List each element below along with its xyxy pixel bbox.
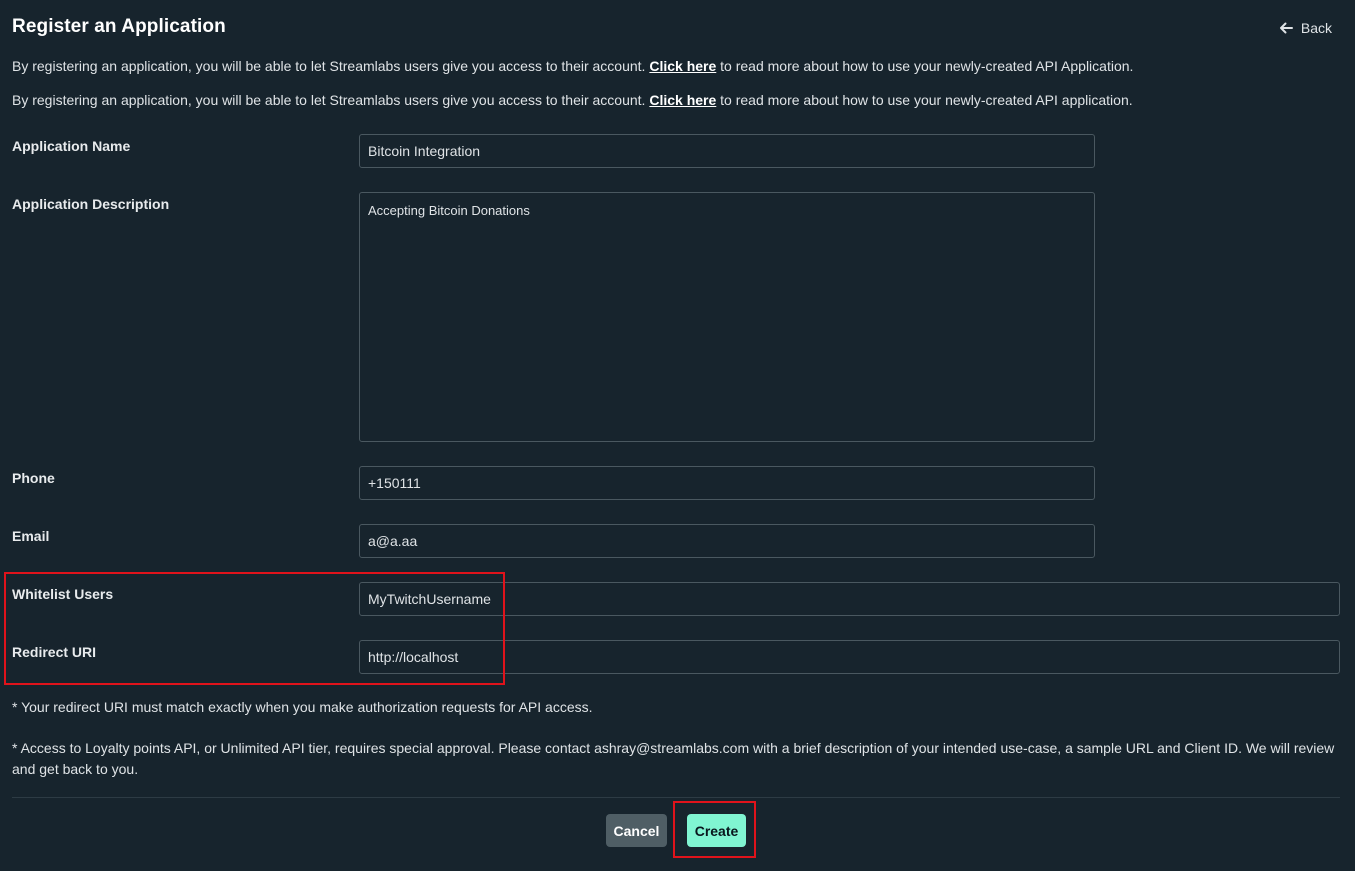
register-application-page: Register an Application Back By register… bbox=[0, 0, 1355, 871]
cancel-button[interactable]: Cancel bbox=[606, 814, 667, 847]
approval-note: * Access to Loyalty points API, or Unlim… bbox=[12, 740, 1335, 777]
phone-label: Phone bbox=[12, 470, 55, 486]
intro-text: By registering an application, you will … bbox=[12, 58, 1134, 74]
click-here-link[interactable]: Click here bbox=[649, 92, 716, 108]
intro-text: By registering an application, you will … bbox=[12, 92, 1133, 108]
application-description-textarea[interactable]: Accepting Bitcoin Donations bbox=[359, 192, 1095, 442]
redirect-uri-label: Redirect URI bbox=[12, 644, 97, 660]
divider bbox=[12, 797, 1340, 798]
arrow-left-icon bbox=[1279, 22, 1293, 34]
back-button[interactable]: Back bbox=[1279, 20, 1332, 36]
redirect-uri-input[interactable] bbox=[359, 640, 1340, 674]
email-label: Email bbox=[12, 528, 50, 544]
phone-input[interactable] bbox=[359, 466, 1095, 500]
application-name-input[interactable] bbox=[359, 134, 1095, 168]
create-button[interactable]: Create bbox=[687, 814, 746, 847]
whitelist-users-input[interactable] bbox=[359, 582, 1340, 616]
whitelist-users-label: Whitelist Users bbox=[12, 586, 114, 602]
application-name-label: Application Name bbox=[12, 138, 131, 154]
click-here-link[interactable]: Click here bbox=[649, 58, 716, 74]
application-description-label: Application Description bbox=[12, 196, 170, 212]
redirect-uri-note: * Your redirect URI must match exactly w… bbox=[12, 699, 593, 715]
back-label: Back bbox=[1300, 20, 1332, 36]
page-title: Register an Application bbox=[12, 16, 226, 37]
email-input[interactable] bbox=[359, 524, 1095, 558]
